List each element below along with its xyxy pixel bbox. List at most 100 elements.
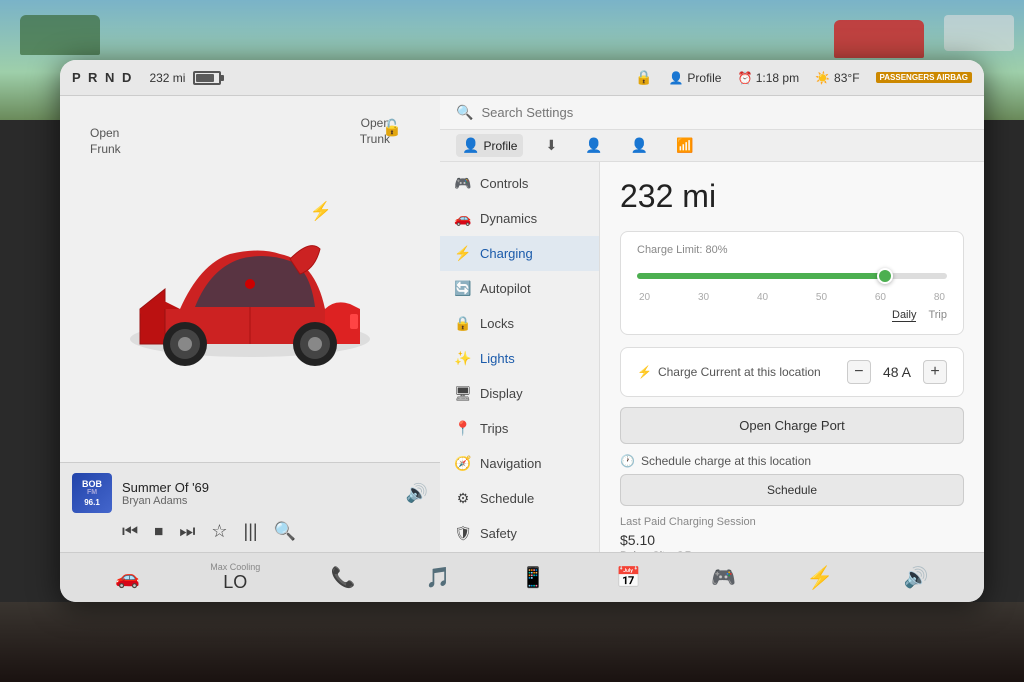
safety-menu-icon: 🛡: [454, 525, 472, 542]
charging-panel: 232 mi Charge Limit: 80% 20 30: [600, 162, 984, 552]
tab-person3[interactable]: 👤: [625, 134, 654, 157]
trips-menu-icon: 📍: [454, 420, 472, 437]
current-range: 232 mi: [620, 178, 964, 215]
dynamics-menu-icon: 🚗: [454, 210, 472, 227]
trip-tab[interactable]: Trip: [928, 309, 947, 322]
slider-fill: [637, 273, 885, 279]
open-charge-port-button[interactable]: Open Charge Port: [620, 407, 964, 444]
last-session-location: Baker City, OR: [620, 548, 964, 552]
ac-mode-label: Max Cooling: [210, 562, 260, 572]
locks-menu-icon: 🔒: [454, 315, 472, 332]
search-icon: 🔍: [456, 104, 473, 121]
menu-item-locks[interactable]: 🔒 Locks: [440, 306, 599, 341]
stop-button[interactable]: ⏹: [154, 521, 163, 542]
car-taskbar-button[interactable]: 🚗: [115, 565, 140, 590]
charge-limit-label: Charge Limit: 80%: [637, 244, 947, 256]
track-artist: Bryan Adams: [122, 495, 396, 507]
autopilot-menu-icon: 🔄: [454, 280, 472, 297]
menu-item-service[interactable]: 🔧 Service: [440, 551, 599, 552]
schedule-button[interactable]: Schedule: [620, 474, 964, 506]
daily-tab[interactable]: Daily: [892, 309, 916, 322]
charge-limit-slider[interactable]: [637, 264, 947, 288]
menu-item-dynamics[interactable]: 🚗 Dynamics: [440, 201, 599, 236]
search-bar: 🔍: [440, 96, 984, 130]
status-bar: P R N D 232 mi 🔒 👤 Profile ⏰ 1:18 pm ☀️ …: [60, 60, 984, 96]
temperature-display: LO: [223, 572, 247, 593]
menu-item-trips[interactable]: 📍 Trips: [440, 411, 599, 446]
menu-item-controls[interactable]: 🎮 Controls: [440, 166, 599, 201]
menu-item-schedule[interactable]: ⚙ Schedule: [440, 481, 599, 516]
driver-profile-taskbar-button[interactable]: 🎮: [711, 565, 736, 590]
driver-icon: 🎮: [711, 565, 736, 590]
schedule-clock-icon: 🕐: [620, 454, 635, 468]
apps-icon: 📱: [521, 565, 546, 590]
lights-menu-icon: ✨: [454, 350, 472, 367]
navigation-menu-icon: 🧭: [454, 455, 472, 472]
schedule-header: 🕐 Schedule charge at this location: [620, 454, 964, 468]
menu-item-lights[interactable]: ✨ Lights: [440, 341, 599, 376]
climate-control[interactable]: Max Cooling LO: [210, 562, 260, 593]
settings-menu: 🎮 Controls 🚗 Dynamics ⚡ Charging 🔄 Autop…: [440, 162, 600, 552]
apps-taskbar-button[interactable]: 📱: [521, 565, 546, 590]
menu-item-autopilot[interactable]: 🔄 Autopilot: [440, 271, 599, 306]
car-taskbar-icon: 🚗: [115, 565, 140, 590]
menu-item-navigation[interactable]: 🧭 Navigation: [440, 446, 599, 481]
tesla-icon: ⚡: [806, 565, 833, 591]
media-icon: 🎵: [426, 565, 451, 590]
next-track-button[interactable]: ⏭: [179, 521, 195, 542]
phone-taskbar-button[interactable]: 📞: [331, 565, 356, 590]
amperage-value: 48 A: [883, 364, 911, 380]
search-input[interactable]: [481, 105, 968, 120]
profile-status[interactable]: 👤 Profile: [668, 71, 721, 85]
tab-download[interactable]: ⬇: [539, 134, 563, 157]
prev-track-button[interactable]: ⏮: [122, 521, 138, 542]
tab-profile[interactable]: 👤 Profile: [456, 134, 523, 157]
passengers-airbag-badge: PASSENGERS AIRBAG: [876, 72, 972, 83]
charge-bolt-icon: ⚡: [637, 365, 652, 379]
car-lock-icon: 🔓: [382, 118, 402, 138]
volume-icon[interactable]: 🔊: [406, 483, 428, 504]
tab-signal[interactable]: 📶: [670, 134, 699, 157]
menu-item-safety[interactable]: 🛡 Safety: [440, 516, 599, 551]
main-layout: OpenFrunk OpenTrunk 🔓 ⚡: [60, 96, 984, 552]
music-info: BOB FM 96.1 Summer Of '69 Bryan Adams 🔊: [72, 473, 428, 513]
slider-thumb[interactable]: [877, 268, 893, 284]
volume-taskbar-button[interactable]: 🔊: [904, 565, 929, 590]
battery-icon: [193, 71, 221, 85]
profile-tab-icon: 👤: [462, 137, 479, 154]
equalizer-button[interactable]: |||: [244, 521, 258, 542]
radio-logo: BOB FM 96.1: [72, 473, 112, 513]
status-center: 🔒 👤 Profile ⏰ 1:18 pm ☀️ 83°F PASSENGERS…: [635, 69, 972, 86]
content-area: 🎮 Controls 🚗 Dynamics ⚡ Charging 🔄 Autop…: [440, 162, 984, 552]
taskbar: 🚗 Max Cooling LO 📞 🎵 📱 📅 🎮 ⚡ 🔊: [60, 552, 984, 602]
menu-item-charging[interactable]: ⚡ Charging: [440, 236, 599, 271]
profile-tabs: 👤 Profile ⬇ 👤 👤 📶: [440, 130, 984, 162]
increase-amperage-button[interactable]: +: [923, 360, 947, 384]
schedule-section: 🕐 Schedule charge at this location Sched…: [620, 454, 964, 506]
daily-trip-tabs: Daily Trip: [637, 309, 947, 322]
volume-taskbar-icon: 🔊: [904, 565, 929, 590]
decrease-amperage-button[interactable]: −: [847, 360, 871, 384]
signal-tab-icon: 📶: [676, 137, 693, 154]
car-image: [80, 136, 420, 442]
car-svg: [110, 189, 390, 389]
calendar-icon: 📅: [616, 565, 641, 590]
slider-track: [637, 273, 947, 279]
download-tab-icon: ⬇: [545, 137, 557, 154]
schedule-menu-icon: ⚙: [454, 490, 472, 507]
car-visualization: OpenFrunk OpenTrunk 🔓 ⚡: [60, 96, 440, 462]
favorite-button[interactable]: ☆: [211, 521, 227, 542]
last-session-title: Last Paid Charging Session: [620, 516, 964, 528]
menu-item-display[interactable]: 🖥 Display: [440, 376, 599, 411]
calendar-taskbar-button[interactable]: 📅: [616, 565, 641, 590]
tab-person2[interactable]: 👤: [579, 134, 608, 157]
last-session-amount: $5.10: [620, 532, 964, 548]
charging-menu-icon: ⚡: [454, 245, 472, 262]
tesla-taskbar-button[interactable]: ⚡: [806, 565, 833, 591]
amperage-control: − 48 A +: [847, 360, 947, 384]
media-taskbar-button[interactable]: 🎵: [426, 565, 451, 590]
range-display: 232 mi: [149, 71, 221, 85]
person3-tab-icon: 👤: [631, 137, 648, 154]
profile-icon: 👤: [668, 71, 683, 85]
search-music-button[interactable]: 🔍: [274, 521, 296, 542]
